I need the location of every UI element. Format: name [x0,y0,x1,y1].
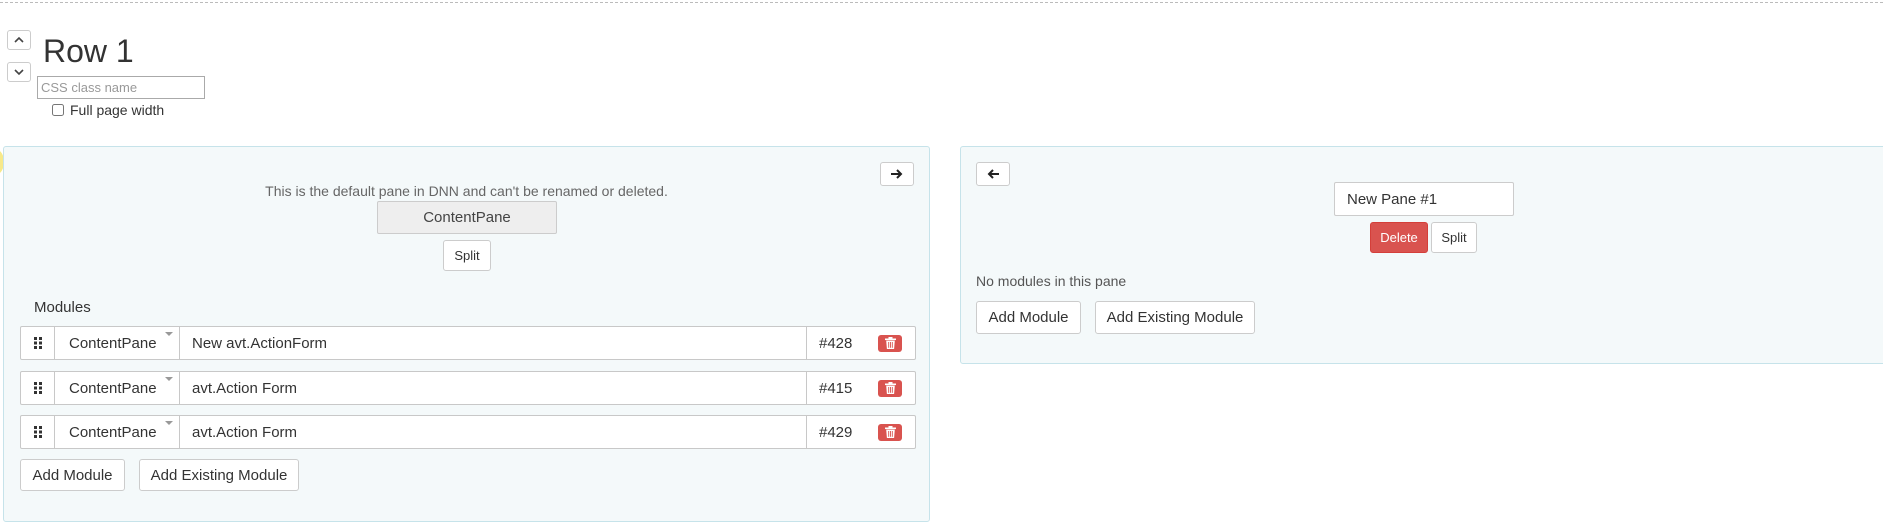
arrow-left-icon [987,169,999,179]
dropdown-caret-icon [165,377,173,381]
no-modules-message: No modules in this pane [976,273,1127,289]
module-row: ContentPane avt.Action Form #415 [20,371,916,405]
split-pane-button[interactable]: Split [1431,222,1477,253]
module-title-input[interactable]: avt.Action Form [180,416,807,448]
full-page-width-option[interactable]: Full page width [52,102,164,118]
add-existing-module-button[interactable]: Add Existing Module [1095,301,1255,334]
modules-heading: Modules [34,299,91,316]
module-row: ContentPane avt.Action Form #429 [20,415,916,449]
pane-name-readonly: ContentPane [377,201,557,234]
full-page-width-label: Full page width [70,102,165,118]
module-id: #429 [819,423,853,441]
drag-handle-icon [33,426,42,438]
move-pane-left-button[interactable] [976,162,1010,186]
dropdown-caret-icon [165,421,173,425]
drag-handle[interactable] [21,327,55,359]
delete-module-button[interactable] [878,379,902,397]
row-separator [0,2,1883,3]
module-pane-select[interactable]: ContentPane [55,416,180,448]
trash-icon [884,337,896,349]
split-pane-button[interactable]: Split [443,240,491,271]
add-module-button[interactable]: Add Module [976,301,1081,334]
add-existing-module-button[interactable]: Add Existing Module [139,459,299,491]
module-title-input[interactable]: avt.Action Form [180,372,807,404]
trash-icon [884,382,896,394]
chevron-up-icon [14,36,24,43]
delete-pane-button[interactable]: Delete [1370,222,1428,253]
module-pane-select[interactable]: ContentPane [55,372,180,404]
module-id: #428 [819,334,853,352]
dropdown-caret-icon [165,332,173,336]
add-module-button[interactable]: Add Module [20,459,125,491]
move-row-down-button[interactable] [7,62,31,82]
module-title-input[interactable]: New avt.ActionForm [180,327,807,359]
move-row-up-button[interactable] [7,30,31,50]
pane-name-input[interactable] [1334,182,1514,216]
module-row: ContentPane New avt.ActionForm #428 [20,326,916,360]
new-pane: Delete Split No modules in this pane Add… [960,146,1883,364]
delete-module-button[interactable] [878,423,902,441]
arrow-right-icon [891,169,903,179]
module-pane-select[interactable]: ContentPane [55,327,180,359]
row-title: Row 1 [43,33,134,69]
delete-module-button[interactable] [878,334,902,352]
default-pane-note: This is the default pane in DNN and can'… [265,183,668,199]
chevron-down-icon [14,69,24,76]
content-pane: This is the default pane in DNN and can'… [3,146,930,522]
drag-handle-icon [33,337,42,349]
css-class-input[interactable] [37,76,205,99]
trash-icon [884,426,896,438]
drag-handle[interactable] [21,372,55,404]
full-page-width-checkbox[interactable] [52,104,64,116]
drag-handle[interactable] [21,416,55,448]
module-id: #415 [819,379,853,397]
drag-handle-icon [33,382,42,394]
